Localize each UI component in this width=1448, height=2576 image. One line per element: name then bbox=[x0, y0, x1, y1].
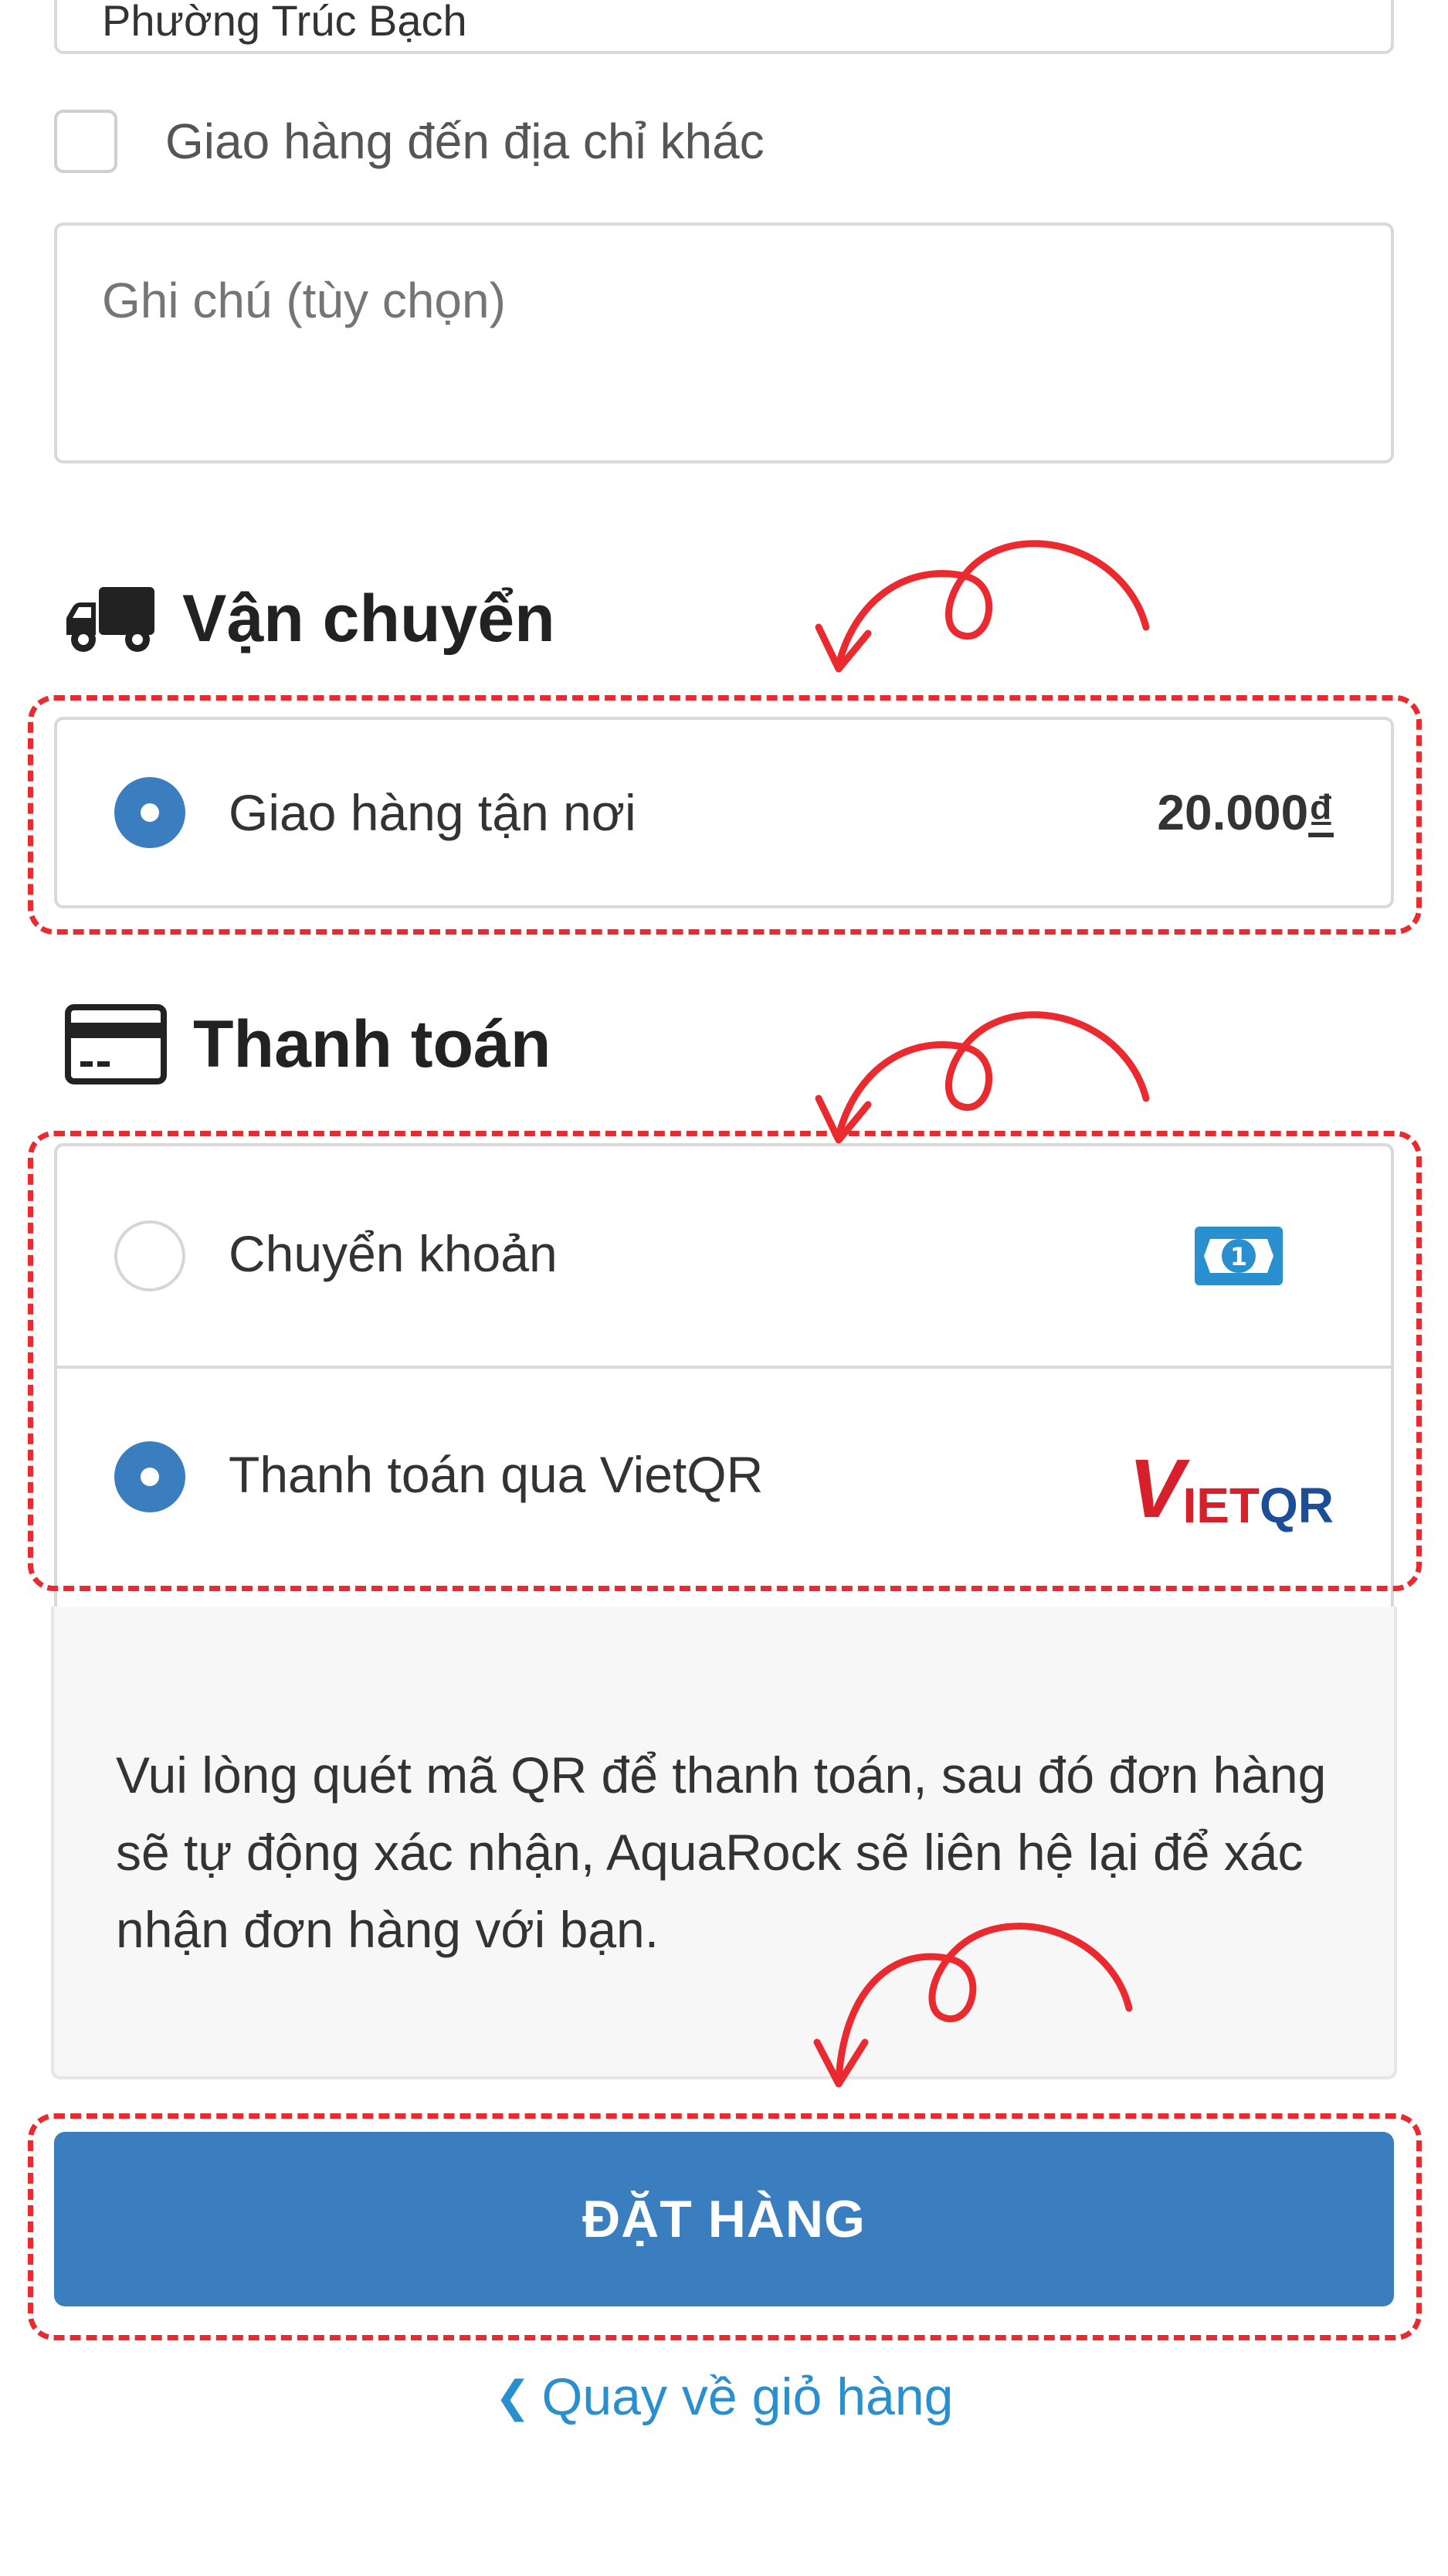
credit-card-icon bbox=[65, 1004, 167, 1084]
back-to-cart-link[interactable]: ❮ Quay về giỏ hàng bbox=[0, 2367, 1448, 2427]
vietqr-radio[interactable] bbox=[114, 1441, 185, 1512]
truck-icon bbox=[65, 582, 156, 657]
annotation-arrow-order bbox=[813, 1923, 1133, 2088]
chevron-left-icon: ❮ bbox=[494, 2372, 531, 2421]
shipping-price: 20.000₫ bbox=[1157, 785, 1334, 840]
ship-different-address[interactable]: Giao hàng đến địa chỉ khác bbox=[54, 107, 765, 176]
address-value: Phường Trúc Bạch bbox=[102, 0, 467, 45]
annotation-arrow-payment bbox=[815, 1011, 1150, 1144]
shipping-option-label: Giao hàng tận nơi bbox=[229, 784, 636, 841]
address-field[interactable]: Phường Trúc Bạch bbox=[54, 0, 1394, 54]
bank-transfer-radio[interactable] bbox=[114, 1220, 185, 1291]
payment-option-vietqr[interactable]: Thanh toán qua VietQR V IET QR bbox=[57, 1366, 1391, 1585]
payment-heading: Thanh toán bbox=[65, 1004, 551, 1084]
bank-transfer-label: Chuyển khoản bbox=[229, 1225, 558, 1282]
shipping-title: Vận chuyển bbox=[182, 582, 555, 656]
vietqr-label: Thanh toán qua VietQR bbox=[229, 1446, 764, 1503]
ship-different-label: Giao hàng đến địa chỉ khác bbox=[165, 114, 765, 169]
vietqr-logo: V IET QR bbox=[1128, 1441, 1334, 1535]
ship-different-checkbox[interactable] bbox=[54, 110, 117, 173]
back-to-cart-label: Quay về giỏ hàng bbox=[541, 2367, 954, 2426]
payment-option-bank-transfer[interactable]: Chuyển khoản 1 bbox=[57, 1146, 1391, 1366]
place-order-button[interactable]: ĐẶT HÀNG bbox=[54, 2132, 1394, 2306]
payment-title: Thanh toán bbox=[193, 1006, 551, 1081]
shipping-options: Giao hàng tận nơi 20.000₫ bbox=[54, 717, 1394, 908]
annotation-arrow-shipping bbox=[815, 540, 1150, 673]
note-textarea[interactable] bbox=[54, 222, 1394, 463]
shipping-heading: Vận chuyển bbox=[65, 581, 555, 657]
shipping-option-home-delivery[interactable]: Giao hàng tận nơi 20.000₫ bbox=[57, 720, 1391, 905]
svg-text:1: 1 bbox=[1230, 1242, 1247, 1271]
banknote-icon: 1 bbox=[1193, 1225, 1284, 1287]
payment-options: Chuyển khoản 1 Thanh toán qua VietQR V IE… bbox=[54, 1143, 1394, 1616]
payment-info-box: Vui lòng quét mã QR để thanh toán, sau đ… bbox=[51, 1607, 1397, 2079]
shipping-radio[interactable] bbox=[114, 777, 185, 848]
